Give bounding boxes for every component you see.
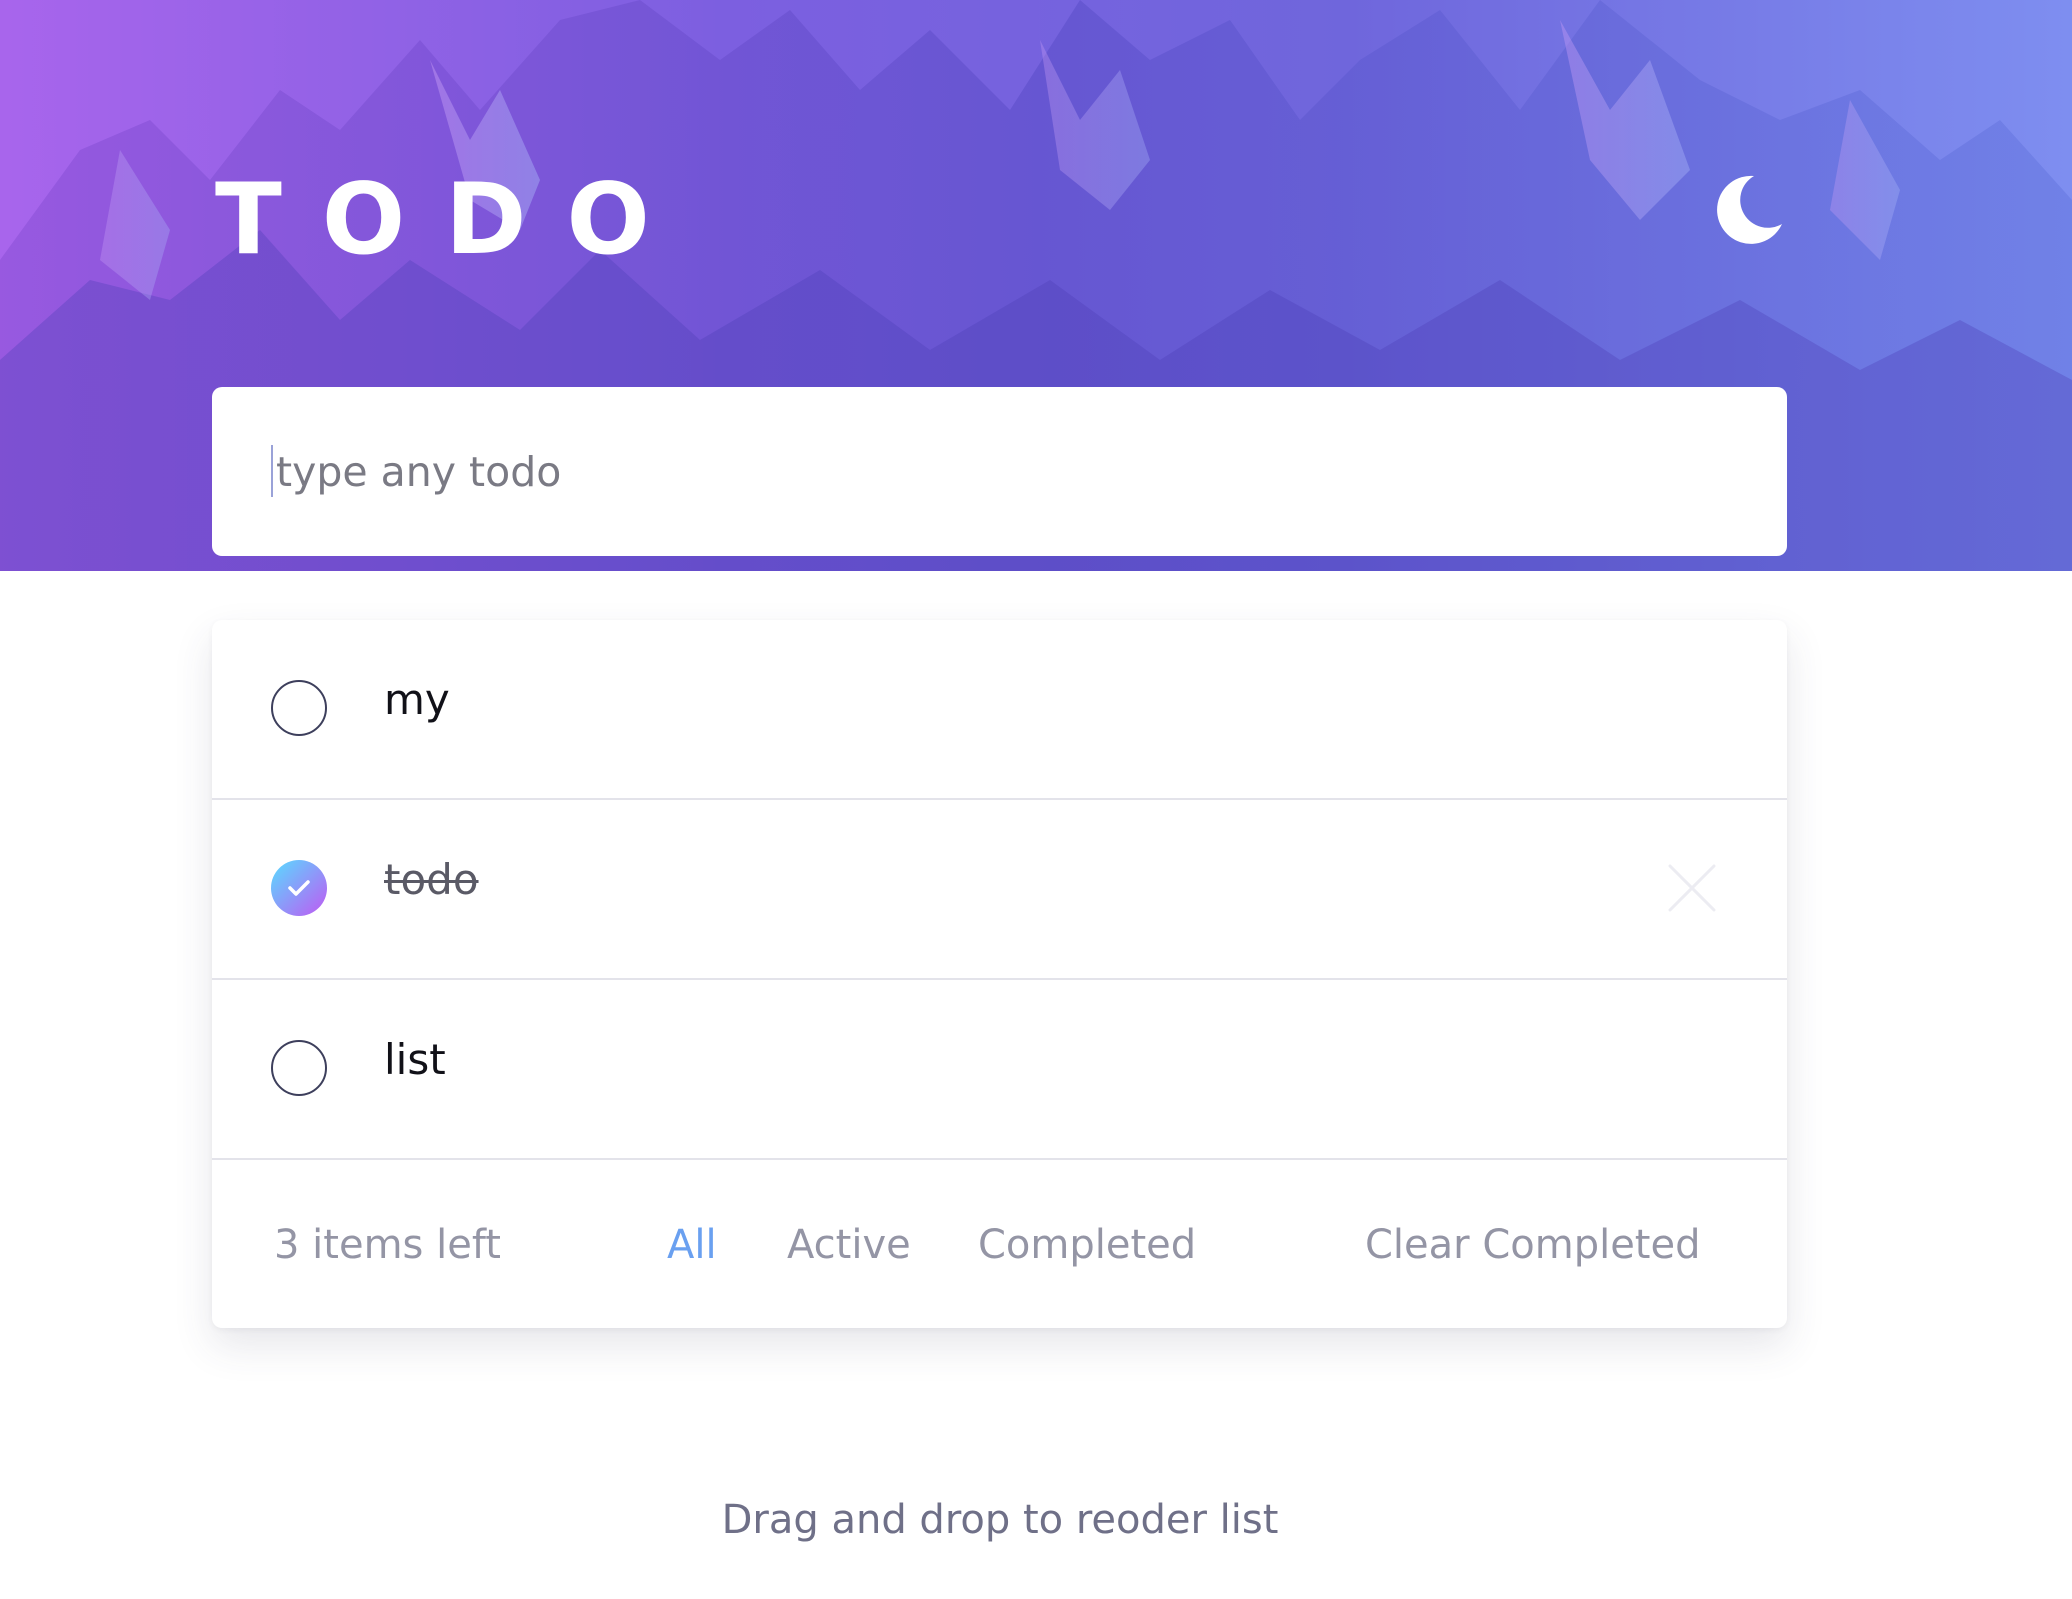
delete-todo-button[interactable] [1667,863,1717,913]
filter-completed-button[interactable]: Completed [978,1220,1196,1270]
filter-all-button[interactable]: All [667,1220,717,1270]
header-banner: TODO [0,0,2072,571]
todo-item[interactable]: list [212,980,1787,1160]
todo-checkbox[interactable] [271,1040,327,1096]
todo-item[interactable]: todo [212,800,1787,980]
todo-item[interactable]: my [212,620,1787,800]
todo-checkbox[interactable] [271,680,327,736]
todo-list-card: my todo list 3 items left All Active Com… [212,620,1787,1328]
close-icon [1668,864,1716,912]
list-footer: 3 items left All Active Completed Clear … [212,1160,1787,1328]
filter-active-button[interactable]: Active [787,1220,911,1270]
todo-text: list [384,1035,446,1084]
app-title: TODO [215,163,690,277]
items-left-count: 3 items left [274,1222,501,1268]
new-todo-input[interactable] [274,446,1678,497]
todo-text: my [384,675,450,724]
drag-drop-hint: Drag and drop to reoder list [721,1497,1279,1543]
checkmark-icon [288,880,310,896]
todo-text: todo [384,855,479,904]
clear-completed-button[interactable]: Clear Completed [1365,1220,1701,1270]
theme-toggle-button[interactable] [1710,172,1786,248]
new-todo-field[interactable] [212,387,1787,556]
moon-icon [1717,175,1782,244]
todo-checkbox-checked[interactable] [271,860,327,916]
text-caret [271,445,273,497]
